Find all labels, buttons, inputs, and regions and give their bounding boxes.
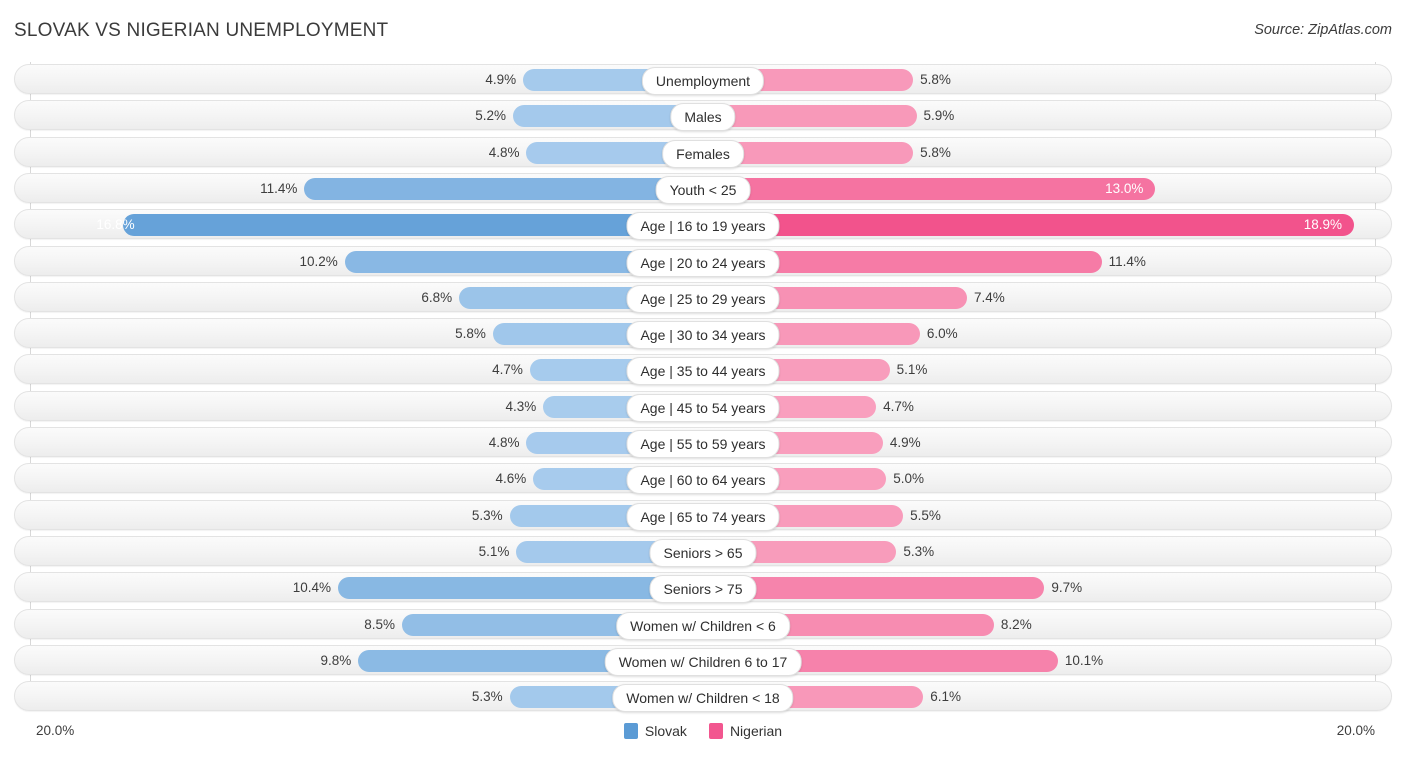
category-label: Females: [662, 140, 744, 168]
value-label-nigerian: 6.1%: [930, 682, 961, 712]
value-label-nigerian: 5.9%: [924, 101, 955, 131]
category-label: Women w/ Children < 18: [612, 684, 793, 712]
value-label-nigerian: 18.9%: [1304, 210, 1342, 240]
value-label-slovak: 10.4%: [293, 573, 331, 603]
bar-nigerian: [718, 577, 1044, 599]
chart-legend: Slovak Nigerian: [0, 723, 1406, 739]
value-label-nigerian: 5.5%: [910, 501, 941, 531]
table-row: 5.1% 5.3% Seniors > 65: [14, 536, 1392, 566]
bar-nigerian: [718, 178, 1155, 200]
value-label-slovak: 11.4%: [260, 174, 297, 204]
value-label-slovak: 16.8%: [96, 210, 134, 240]
legend-swatch-icon: [624, 723, 638, 739]
bar-slovak: [123, 214, 688, 236]
value-label-slovak: 5.2%: [475, 101, 506, 131]
value-label-slovak: 4.8%: [489, 428, 520, 458]
value-label-nigerian: 7.4%: [974, 283, 1005, 313]
category-label: Age | 55 to 59 years: [626, 430, 779, 458]
category-label: Age | 16 to 19 years: [626, 212, 779, 240]
table-row: 4.7% 5.1% Age | 35 to 44 years: [14, 354, 1392, 384]
bar-nigerian: [718, 105, 917, 127]
table-row: 10.2% 11.4% Age | 20 to 24 years: [14, 246, 1392, 276]
table-row: 5.3% 6.1% Women w/ Children < 18: [14, 681, 1392, 711]
table-row: 8.5% 8.2% Women w/ Children < 6: [14, 609, 1392, 639]
category-label: Age | 65 to 74 years: [626, 503, 779, 531]
table-row: 16.8% 18.9% Age | 16 to 19 years: [14, 209, 1392, 239]
table-row: 5.2% 5.9% Males: [14, 100, 1392, 130]
value-label-slovak: 4.8%: [489, 138, 520, 168]
table-row: 4.8% 5.8% Females: [14, 137, 1392, 167]
category-label: Women w/ Children 6 to 17: [605, 648, 802, 676]
value-label-nigerian: 13.0%: [1105, 174, 1143, 204]
value-label-slovak: 10.2%: [300, 247, 338, 277]
legend-item-nigerian[interactable]: Nigerian: [709, 723, 782, 739]
category-label: Seniors > 65: [650, 539, 757, 567]
category-label: Unemployment: [642, 67, 764, 95]
value-label-nigerian: 4.9%: [890, 428, 921, 458]
bar-nigerian: [718, 142, 913, 164]
bar-slovak: [513, 105, 688, 127]
value-label-slovak: 5.1%: [479, 537, 510, 567]
table-row: 4.8% 4.9% Age | 55 to 59 years: [14, 427, 1392, 457]
page-title: SLOVAK VS NIGERIAN UNEMPLOYMENT: [14, 20, 388, 42]
table-row: 4.9% 5.8% Unemployment: [14, 64, 1392, 94]
chart-plot-area: 4.9% 5.8% Unemployment 5.2% 5.9% Males 4.8% 5.8…: [0, 62, 1406, 717]
value-label-nigerian: 5.8%: [920, 138, 951, 168]
value-label-slovak: 4.7%: [492, 355, 523, 385]
value-label-nigerian: 4.7%: [883, 392, 914, 422]
value-label-slovak: 5.8%: [455, 319, 486, 349]
value-label-nigerian: 5.8%: [920, 65, 951, 95]
value-label-slovak: 6.8%: [421, 283, 452, 313]
table-row: 4.6% 5.0% Age | 60 to 64 years: [14, 463, 1392, 493]
value-label-nigerian: 5.3%: [903, 537, 934, 567]
value-label-nigerian: 11.4%: [1109, 247, 1146, 277]
bar-nigerian: [718, 214, 1354, 236]
legend-item-slovak[interactable]: Slovak: [624, 723, 687, 739]
value-label-slovak: 9.8%: [320, 646, 351, 676]
category-label: Age | 20 to 24 years: [626, 249, 779, 277]
legend-label: Nigerian: [730, 723, 782, 739]
value-label-slovak: 5.3%: [472, 682, 503, 712]
value-label-nigerian: 6.0%: [927, 319, 958, 349]
table-row: 5.3% 5.5% Age | 65 to 74 years: [14, 500, 1392, 530]
value-label-nigerian: 8.2%: [1001, 610, 1032, 640]
chart-page: SLOVAK VS NIGERIAN UNEMPLOYMENT Source: …: [0, 0, 1406, 757]
table-row: 11.4% 13.0% Youth < 25: [14, 173, 1392, 203]
value-label-slovak: 4.6%: [495, 464, 526, 494]
category-label: Age | 60 to 64 years: [626, 466, 779, 494]
category-label: Seniors > 75: [650, 575, 757, 603]
chart-footer: 20.0% 20.0% SlovakNigerian: [0, 717, 1406, 757]
category-label: Age | 30 to 34 years: [626, 321, 779, 349]
table-row: 5.8% 6.0% Age | 30 to 34 years: [14, 318, 1392, 348]
category-label: Males: [670, 103, 735, 131]
value-label-nigerian: 5.0%: [893, 464, 924, 494]
value-label-nigerian: 10.1%: [1065, 646, 1103, 676]
value-label-slovak: 4.3%: [506, 392, 537, 422]
category-label: Age | 25 to 29 years: [626, 285, 779, 313]
table-row: 4.3% 4.7% Age | 45 to 54 years: [14, 391, 1392, 421]
value-label-slovak: 4.9%: [485, 65, 516, 95]
table-row: 6.8% 7.4% Age | 25 to 29 years: [14, 282, 1392, 312]
category-label: Women w/ Children < 6: [616, 612, 790, 640]
legend-swatch-icon: [709, 723, 723, 739]
category-label: Age | 45 to 54 years: [626, 394, 779, 422]
value-label-nigerian: 9.7%: [1051, 573, 1082, 603]
bar-slovak: [338, 577, 688, 599]
category-label: Youth < 25: [656, 176, 751, 204]
table-row: 10.4% 9.7% Seniors > 75: [14, 572, 1392, 602]
source-attribution: Source: ZipAtlas.com: [1254, 22, 1392, 38]
table-row: 9.8% 10.1% Women w/ Children 6 to 17: [14, 645, 1392, 675]
value-label-nigerian: 5.1%: [897, 355, 928, 385]
legend-label: Slovak: [645, 723, 687, 739]
value-label-slovak: 5.3%: [472, 501, 503, 531]
value-label-slovak: 8.5%: [364, 610, 395, 640]
bar-slovak: [304, 178, 688, 200]
category-label: Age | 35 to 44 years: [626, 357, 779, 385]
